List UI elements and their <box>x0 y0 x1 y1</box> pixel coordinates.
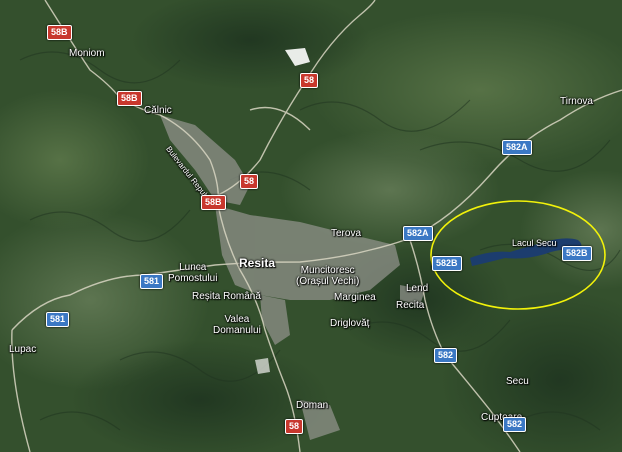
road-shield-58: 58 <box>240 174 259 189</box>
place-label-valea-domanului: Valea Domanului <box>213 314 261 336</box>
place-label-recita: Recita <box>396 300 425 311</box>
satellite-map[interactable]: Moniom Călnic Bulevardul Republicii Tirn… <box>0 0 622 452</box>
road-shield-582a: 582A <box>502 140 532 155</box>
road-shield-58b: 58B <box>201 195 226 210</box>
place-label-resita: Resita <box>239 256 276 270</box>
road-shield-582: 582 <box>503 417 527 432</box>
road-shield-58b: 58B <box>47 25 72 40</box>
road-shield-582: 582 <box>434 348 458 363</box>
place-label-driglovat: Driglovăț <box>330 318 370 329</box>
place-label-muncitoresc: Muncitoresc (Orașul Vechi) <box>296 265 360 287</box>
place-label-lacul-secu: Lacul Secu <box>512 238 557 248</box>
road-shield-58: 58 <box>300 73 319 88</box>
road-shield-58b: 58B <box>117 91 142 106</box>
place-label-lunca-pomostului: Lunca Pomostului <box>168 262 218 284</box>
place-label-lend: Lend <box>406 283 429 294</box>
road-shield-582b: 582B <box>562 246 592 261</box>
road-shield-58: 58 <box>285 419 304 434</box>
place-label-terova: Terova <box>331 228 362 239</box>
road-shield-581: 581 <box>46 312 70 327</box>
place-label-moniom: Moniom <box>69 48 105 59</box>
place-label-marginea: Marginea <box>334 292 376 303</box>
place-label-secu: Secu <box>506 376 529 387</box>
place-label-calnic: Călnic <box>144 105 172 116</box>
place-label-tirnova: Tirnova <box>560 96 593 107</box>
road-shield-582a: 582A <box>403 226 433 241</box>
road-shield-582b: 582B <box>432 256 462 271</box>
place-label-resita-romana: Reșita Română <box>192 291 261 302</box>
place-label-doman: Doman <box>296 400 329 411</box>
place-label-lupac: Lupac <box>9 344 37 355</box>
road-shield-581: 581 <box>140 274 164 289</box>
